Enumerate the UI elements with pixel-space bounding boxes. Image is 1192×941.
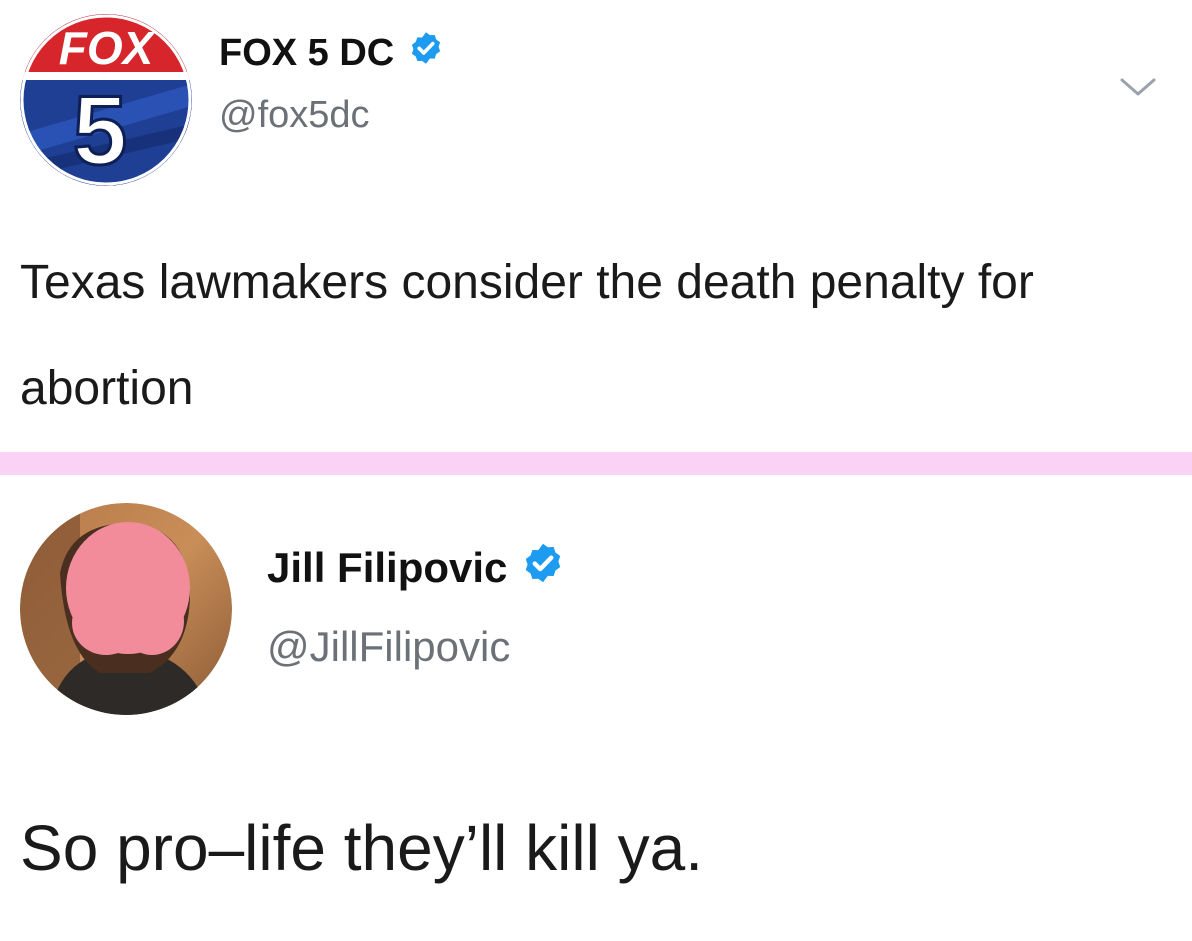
display-name[interactable]: Jill Filipovic <box>267 541 565 595</box>
fox-logo-number: 5 <box>73 75 128 185</box>
fox5-logo-svg: FOX 5 <box>20 14 192 186</box>
tweet-text: So pro–life they’ll kill ya. <box>20 812 703 884</box>
display-name-text[interactable]: FOX 5 DC <box>219 32 394 75</box>
tweet-fox5dc: FOX 5 FOX 5 DC @fox5dc Texas lawmakers c… <box>0 0 1192 452</box>
user-handle[interactable]: @JillFilipovic <box>267 623 510 671</box>
display-name[interactable]: FOX 5 DC <box>219 30 444 76</box>
user-handle[interactable]: @fox5dc <box>219 94 370 137</box>
tweet-jillfilipovic: Jill Filipovic @JillFilipovic So pro–lif… <box>0 475 1192 941</box>
profile-photo-blurred-face[interactable] <box>20 503 232 715</box>
avatar-svg <box>20 503 232 715</box>
divider <box>0 452 1192 475</box>
display-name-text[interactable]: Jill Filipovic <box>267 544 507 592</box>
verified-badge-icon <box>521 541 565 595</box>
fox-logo-text: FOX <box>59 22 156 74</box>
chevron-down-icon[interactable] <box>1118 74 1158 100</box>
verified-badge-icon <box>408 30 444 76</box>
fox5-logo-icon[interactable]: FOX 5 <box>20 14 192 186</box>
tweet-text: Texas lawmakers consider the death penal… <box>20 256 1034 415</box>
